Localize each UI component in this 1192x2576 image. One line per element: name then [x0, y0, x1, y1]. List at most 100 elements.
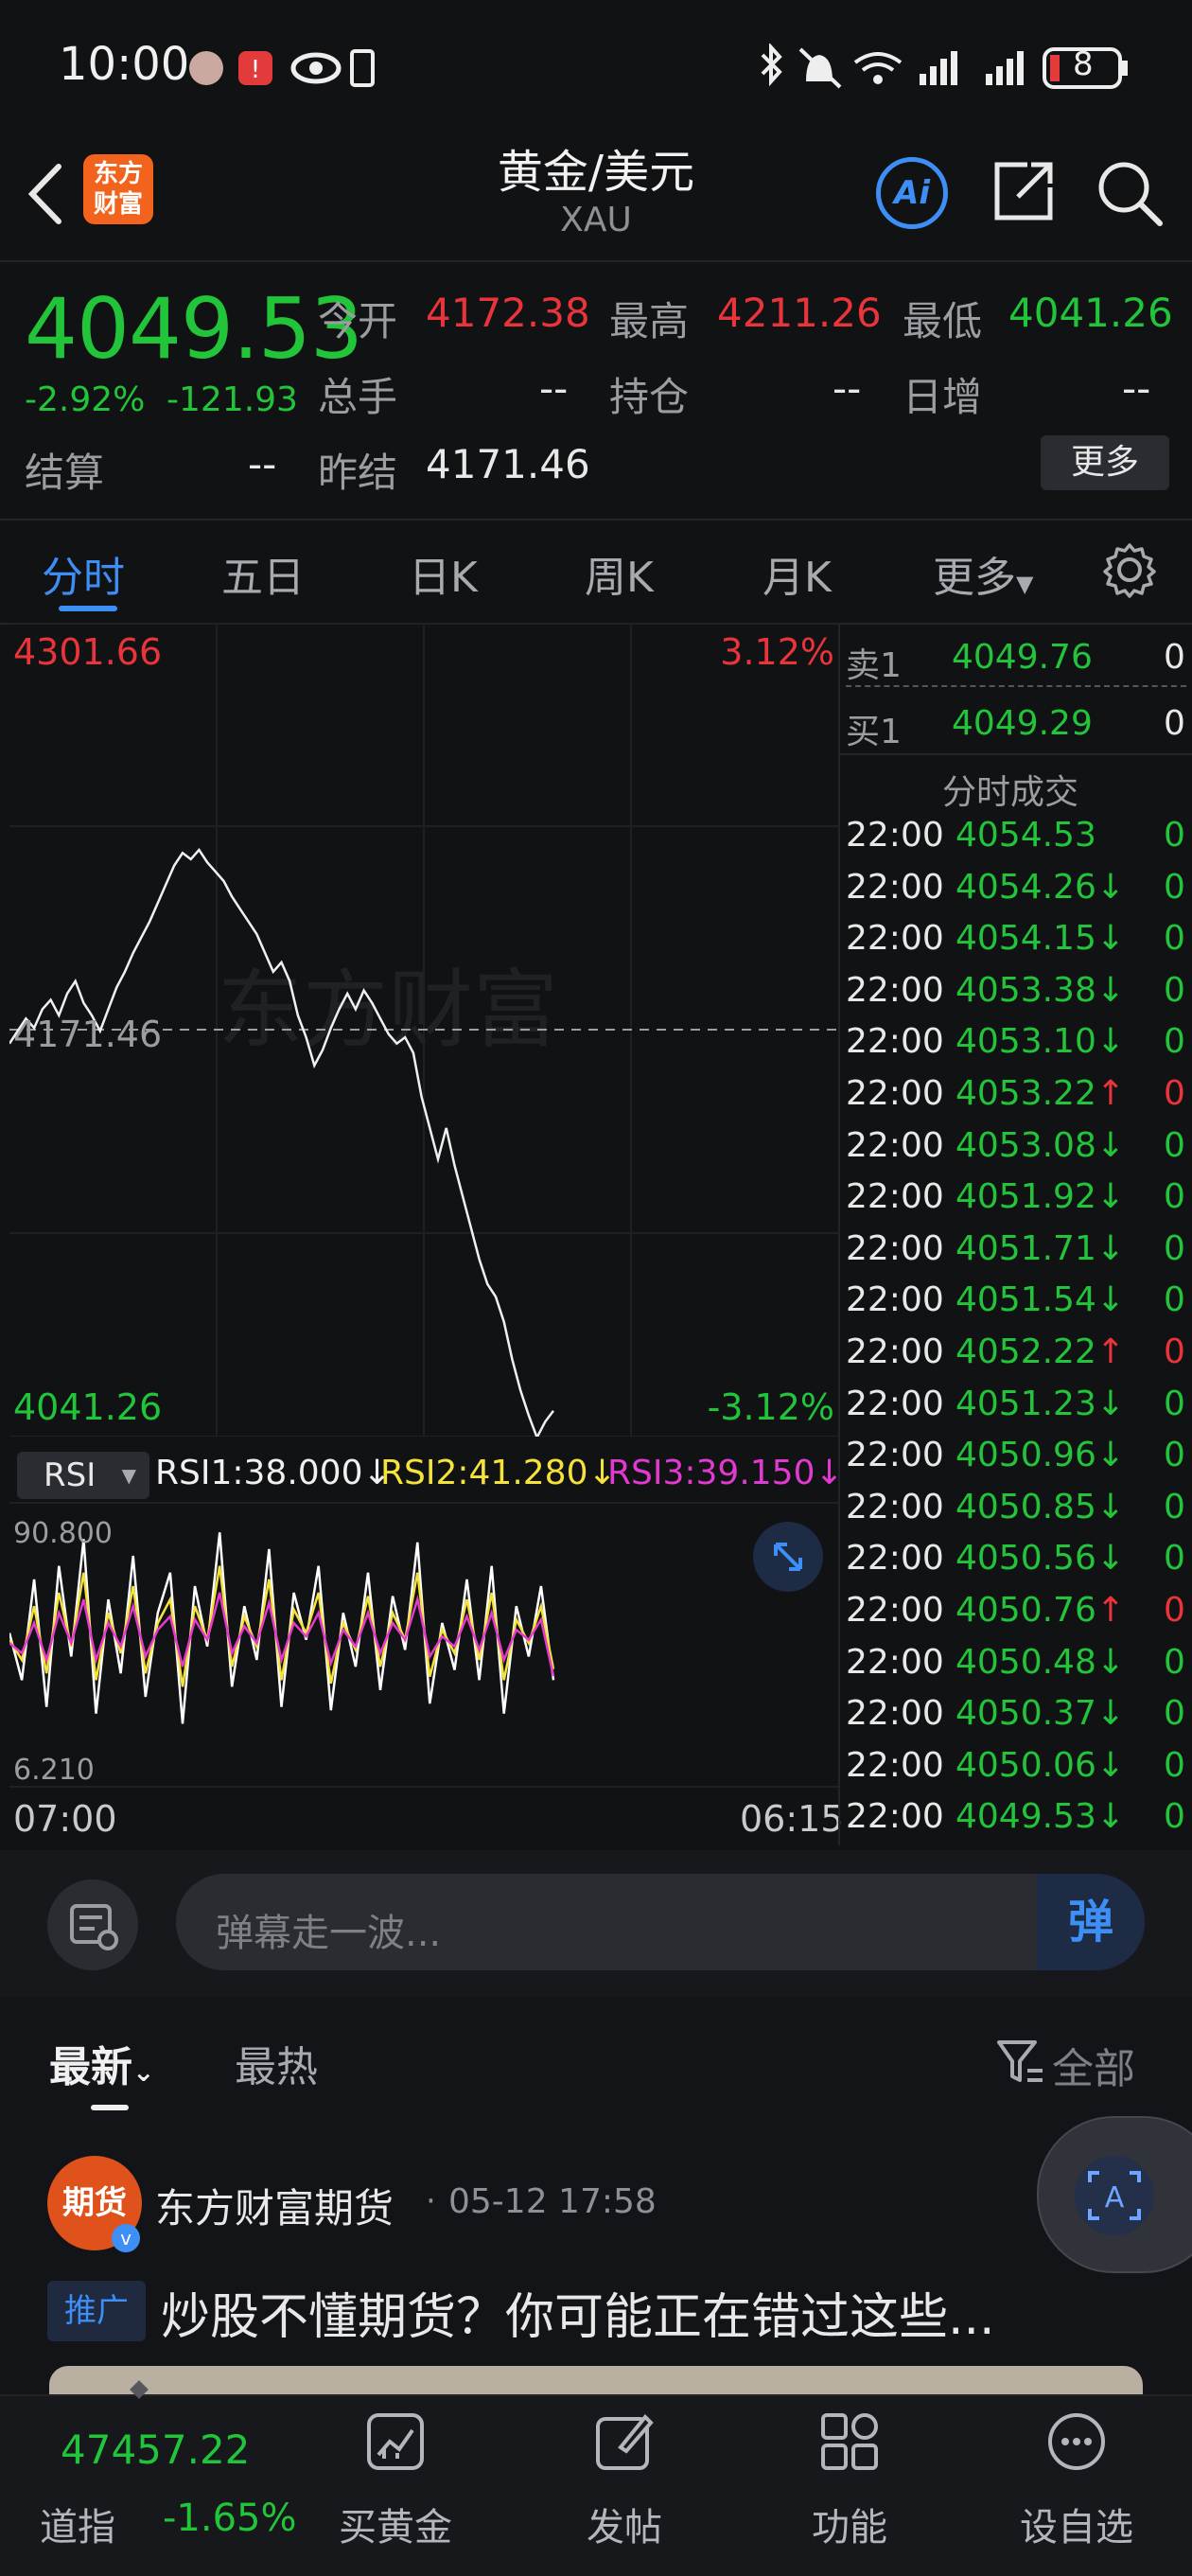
- trade-price: 4051.54↓: [955, 1280, 1126, 1320]
- arrow-down-icon: ↓: [1096, 1436, 1126, 1475]
- tab-intraday[interactable]: 分时: [42, 543, 125, 604]
- trade-price: 4052.22↑: [955, 1332, 1126, 1371]
- ai-assistant-button[interactable]: Ai: [876, 157, 948, 229]
- verified-icon: v: [112, 2224, 140, 2252]
- x-end-label: 06:15: [740, 1798, 844, 1840]
- author-name[interactable]: 东方财富期货: [155, 2177, 394, 2234]
- news-tab-hot[interactable]: 最热: [235, 2033, 318, 2093]
- filter-icon[interactable]: [993, 2035, 1046, 2088]
- text-scan-icon: A: [1088, 2171, 1141, 2220]
- y-bottom-label: 4041.26: [13, 1386, 162, 1428]
- brand-logo: 东方 财富: [83, 154, 153, 224]
- post-edit-icon[interactable]: [594, 2411, 655, 2472]
- settings-gear-icon[interactable]: [1101, 541, 1158, 598]
- open-interest-label: 持仓: [609, 374, 690, 420]
- trade-time: 22:00: [846, 1074, 944, 1113]
- danmu-send-button[interactable]: 弹: [1037, 1874, 1145, 1970]
- expand-icon: [774, 1543, 802, 1571]
- trade-volume: 0: [1164, 1436, 1185, 1475]
- floating-translate-button[interactable]: A: [1037, 2116, 1192, 2273]
- back-icon[interactable]: [23, 161, 68, 227]
- filter-label[interactable]: 全部: [1052, 2035, 1135, 2095]
- tab-more[interactable]: 更多▼: [933, 543, 1033, 604]
- volume-value: --: [539, 365, 569, 412]
- trade-time: 22:00: [846, 816, 944, 855]
- open-label: 今开: [318, 298, 398, 344]
- watchlist-more-icon[interactable]: [1046, 2411, 1107, 2472]
- chart-watermark: 东方财富: [218, 961, 558, 1060]
- search-icon[interactable]: [1094, 157, 1166, 229]
- high-value: 4211.26: [717, 290, 882, 336]
- danmu-toggle-button[interactable]: [47, 1879, 138, 1970]
- bid-volume: 0: [1164, 704, 1185, 743]
- trade-price: 4051.92↓: [955, 1177, 1126, 1217]
- svg-text:!: !: [251, 56, 260, 84]
- expand-chart-button[interactable]: [753, 1522, 823, 1592]
- low-label: 最低: [903, 298, 983, 344]
- dow-index-value[interactable]: 47457.22: [61, 2426, 250, 2473]
- nav-functions[interactable]: 功能: [793, 2497, 906, 2551]
- trade-price: 4051.23↓: [955, 1384, 1126, 1423]
- trade-price: 4050.56↓: [955, 1539, 1126, 1579]
- last-price: 4049.53: [25, 280, 363, 378]
- arrow-down-icon: ↓: [1096, 1384, 1126, 1423]
- arrow-down-icon: ↓: [1096, 1745, 1126, 1785]
- news-tab-indicator: [91, 2105, 129, 2110]
- nav-post[interactable]: 发帖: [568, 2497, 681, 2551]
- arrow-down-icon: ↓: [1096, 1228, 1126, 1268]
- trade-volume: 0: [1164, 1177, 1185, 1217]
- share-icon[interactable]: [990, 157, 1058, 225]
- page-subtitle: XAU: [560, 201, 632, 239]
- more-quote-button[interactable]: 更多: [1041, 435, 1169, 490]
- notification-icons: !: [189, 49, 375, 87]
- arrow-down-icon: ↓: [1096, 1280, 1126, 1320]
- trade-volume: 0: [1164, 970, 1185, 1010]
- low-value: 4041.26: [1008, 290, 1173, 336]
- pct-top-label: 3.12%: [720, 631, 834, 673]
- arrow-down-icon: ↓: [1096, 1642, 1126, 1682]
- ask-price: 4049.76: [952, 638, 1093, 677]
- arrow-down-icon: ↓: [1096, 1539, 1126, 1579]
- arrow-down-icon: ↓: [1096, 1694, 1126, 1734]
- trade-price: 4053.10↓: [955, 1022, 1126, 1062]
- tab-monthly-k[interactable]: 月K: [763, 543, 832, 604]
- tab-weekly-k[interactable]: 周K: [585, 543, 654, 604]
- brand-line1: 东方: [93, 160, 143, 188]
- ref-price-label: 4171.46: [13, 1014, 162, 1055]
- prev-settle-value: 4171.46: [426, 441, 590, 487]
- bid-price: 4049.29: [952, 704, 1093, 743]
- tab-daily-k[interactable]: 日K: [409, 543, 478, 604]
- dow-index-percent[interactable]: -1.65%: [163, 2497, 297, 2540]
- settle-label: 结算: [25, 450, 105, 496]
- post-headline[interactable]: 炒股不懂期货？你可能正在错过这些...: [161, 2277, 995, 2348]
- nav-buy-gold[interactable]: 买黄金: [339, 2497, 452, 2551]
- ask-volume: 0: [1164, 638, 1185, 677]
- trade-time: 22:00: [846, 1539, 944, 1579]
- trade-time: 22:00: [846, 1487, 944, 1526]
- post-image[interactable]: [49, 2366, 1143, 2394]
- trade-time: 22:00: [846, 1591, 944, 1630]
- trade-price: 4054.26↓: [955, 867, 1126, 907]
- trade-price: 4049.53↓: [955, 1797, 1126, 1837]
- change-percent: -2.92%: [25, 380, 146, 419]
- dow-index-label[interactable]: 道指: [40, 2497, 115, 2551]
- functions-grid-icon[interactable]: [819, 2411, 880, 2472]
- buy-gold-icon[interactable]: [365, 2411, 426, 2472]
- trade-volume: 0: [1164, 816, 1185, 855]
- price-series-line: [9, 847, 554, 1437]
- intraday-price-chart[interactable]: 东方财富 4301.66 3.12% 4171.46 4041.26 -3.12…: [9, 623, 838, 1437]
- danmu-placeholder: 弹幕走一波...: [216, 1912, 442, 1955]
- trade-price: 4054.15↓: [955, 919, 1126, 959]
- arrow-down-icon: ↓: [1096, 1022, 1126, 1062]
- rsi-chart[interactable]: 90.800 6.210: [9, 1448, 838, 1789]
- nav-add-watchlist[interactable]: 设自选: [1020, 2497, 1133, 2551]
- battery-level: 8: [1073, 45, 1094, 83]
- tab-five-day[interactable]: 五日: [221, 543, 305, 604]
- prev-settle-label: 昨结: [318, 450, 398, 496]
- news-tab-latest[interactable]: 最新⌄: [49, 2033, 154, 2093]
- svg-text:A: A: [1105, 2181, 1125, 2214]
- trade-price: 4050.06↓: [955, 1745, 1126, 1785]
- open-interest-value: --: [833, 365, 862, 412]
- trade-time: 22:00: [846, 1177, 944, 1217]
- open-value: 4172.38: [426, 290, 590, 336]
